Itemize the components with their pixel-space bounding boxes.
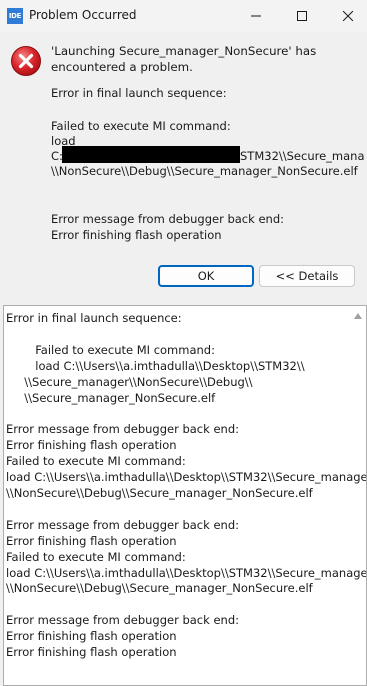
backend-line-2: Error finishing flash operation bbox=[51, 228, 222, 242]
main-error-message: 'Launching Secure_manager_NonSecure' has… bbox=[51, 44, 317, 74]
scroll-up-arrow-icon[interactable] bbox=[354, 313, 362, 319]
window-title: Problem Occurred bbox=[29, 8, 137, 22]
details-content: Error in final launch sequence: Failed t… bbox=[6, 311, 367, 660]
details-text-area[interactable]: Error in final launch sequence: Failed t… bbox=[3, 305, 367, 686]
ok-button[interactable]: OK bbox=[158, 265, 254, 287]
detail-line-1: Failed to execute MI command: bbox=[51, 119, 231, 133]
detail-line-4: \\NonSecure\\Debug\\Secure_manager_NonSe… bbox=[51, 164, 358, 178]
maximize-icon bbox=[297, 11, 307, 21]
error-subtitle: Error in final launch sequence: bbox=[51, 86, 227, 100]
minimize-button[interactable] bbox=[233, 0, 279, 32]
redacted-path-bar bbox=[62, 146, 240, 163]
dialog-body: 'Launching Secure_manager_NonSecure' has… bbox=[0, 32, 367, 292]
ide-app-icon: IDE bbox=[7, 8, 23, 24]
minimize-icon bbox=[251, 15, 261, 17]
close-icon bbox=[343, 11, 353, 21]
maximize-button[interactable] bbox=[279, 0, 325, 32]
title-bar: IDE Problem Occurred bbox=[0, 0, 367, 32]
error-icon bbox=[11, 46, 41, 76]
detail-line-3-tail: STM32\\Secure_manager bbox=[240, 149, 365, 163]
close-button[interactable] bbox=[325, 0, 367, 32]
backend-line-1: Error message from debugger back end: bbox=[51, 212, 284, 226]
details-toggle-button[interactable]: << Details bbox=[259, 265, 355, 287]
